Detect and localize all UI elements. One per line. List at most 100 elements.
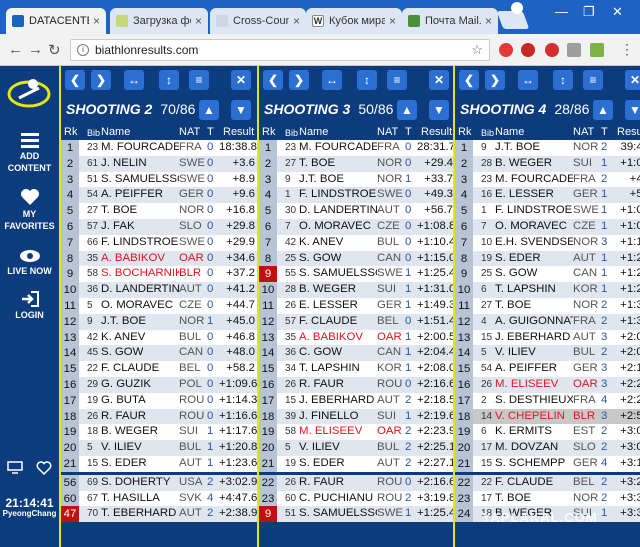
athlete-name[interactable]: G. BUTA — [101, 394, 146, 406]
athlete-name[interactable]: J.T. BOE — [495, 141, 540, 153]
athlete-name[interactable]: S. GOW — [101, 346, 143, 358]
athlete-name[interactable]: J. EBERHARD — [495, 331, 570, 343]
forward-icon[interactable]: → — [28, 41, 43, 58]
next-icon[interactable]: ❯ — [91, 70, 111, 90]
table-row[interactable]: 7 10E.H. SVENDSENNOR3 +1:17 — [455, 234, 640, 251]
athlete-name[interactable]: M. FOURCADE — [495, 173, 573, 185]
table-row[interactable]: 8 19S. EDER AUT 1 +1:24 — [455, 250, 640, 267]
athlete-name[interactable]: S. DESTHIEUX — [495, 394, 573, 406]
maximize-icon[interactable]: ❐ — [583, 4, 595, 20]
table-row[interactable]: 21 15S. SCHEMPP GER4 +3:10 — [455, 456, 640, 472]
athlete-name[interactable]: F. LINDSTROEM — [495, 204, 573, 216]
menu-icon[interactable]: ⋮ — [620, 41, 634, 58]
close-icon[interactable]: × — [385, 14, 396, 28]
table-row[interactable]: 19 58 M. ELISEEV OAR 2 +2:23.9 — [259, 424, 453, 441]
table-row[interactable]: 17 15 J. EBERHARD AUT 2 +2:18.5 — [259, 392, 453, 409]
live-now-button[interactable]: LIVE NOW — [0, 249, 59, 277]
minimize-icon[interactable]: — — [555, 4, 568, 19]
col-t[interactable]: T — [601, 126, 608, 138]
expand-width-icon[interactable]: ↔ — [322, 70, 342, 90]
table-row[interactable]: 67 O. MORAVEC CZE 1 +1:05 — [455, 219, 640, 235]
athlete-name[interactable]: M. FOURCADE — [101, 141, 179, 153]
table-row[interactable]: 13 42 K. ANEV BUL 0 +46.8 — [61, 329, 257, 346]
table-row[interactable]: 20 5 V. ILIEV BUL 1 +1:20.8 — [61, 440, 257, 457]
table-row[interactable]: 5 30D. LANDERTINGEAUT 0 +56.7 — [259, 203, 453, 220]
col-nat[interactable]: NAT — [179, 126, 200, 138]
athlete-name[interactable]: S. EDER — [299, 457, 345, 469]
athlete-name[interactable]: E. LESSER — [495, 188, 554, 200]
athlete-name[interactable]: B. WEGER — [299, 283, 356, 295]
athlete-name[interactable]: F. CLAUDE — [299, 315, 357, 327]
athlete-name[interactable]: R. FAUR — [299, 378, 344, 390]
expand-width-icon[interactable]: ↔ — [124, 70, 144, 90]
table-row[interactable]: 11 5 O. MORAVEC CZE 0 +44.7 — [61, 298, 257, 314]
table-row[interactable]: 18 26 R. FAUR ROU 0 +1:16.6 — [61, 408, 257, 425]
table-row[interactable]: 14 5 V. ILIEV BUL 2 +2:05 — [455, 345, 640, 362]
extension-icon[interactable] — [590, 43, 604, 57]
table-row[interactable]: 3 51S. SAMUELSSONSWE0 +8.9 — [61, 171, 257, 188]
athlete-name[interactable]: J. NELIN — [101, 157, 147, 169]
table-row[interactable]: 14 36 C. GOW CAN 1 +2:04.4 — [259, 345, 453, 362]
bookmark-star-icon[interactable]: ☆ — [471, 42, 483, 58]
close-icon[interactable]: ✕ — [429, 70, 449, 90]
athlete-name[interactable]: S. EDER — [101, 457, 147, 469]
athlete-name[interactable]: M. DOVZAN — [495, 441, 558, 453]
athlete-name[interactable]: A. BABIKOV — [101, 252, 165, 264]
col-rank[interactable]: Rk — [262, 126, 275, 138]
table-row[interactable]: 15 34 T. LAPSHIN KOR 1 +2:08.0 — [259, 361, 453, 378]
athlete-name[interactable]: A. GUIGONNAT — [495, 315, 573, 327]
table-row[interactable]: 8 35 A. BABIKOV OAR 0 +34.6 — [61, 250, 257, 267]
close-icon[interactable]: ✕ — [231, 70, 251, 90]
athlete-name[interactable]: V. ILIEV — [101, 441, 142, 453]
table-row[interactable]: 1 23 M. FOURCADE FRA 0 28:31.7 — [259, 140, 453, 156]
new-tab-button[interactable] — [496, 11, 530, 29]
athlete-name[interactable]: T. EBERHARD — [101, 507, 176, 519]
athlete-name[interactable]: B. WEGER — [495, 157, 552, 169]
table-row[interactable]: 10 28 B. WEGER SUI 1 +1:31.0 — [259, 282, 453, 299]
col-bib[interactable]: Bib — [285, 128, 298, 138]
table-row[interactable]: 6 57 J. FAK SLO 0 +29.8 — [61, 219, 257, 235]
scroll-down-icon[interactable]: ▼ — [429, 100, 449, 120]
add-content-button[interactable]: ADD CONTENT — [0, 132, 59, 174]
table-row[interactable]: 2 61 J. NELIN SWE 0 +3.6 — [61, 155, 257, 172]
scroll-down-icon[interactable]: ▼ — [625, 100, 640, 120]
prev-icon[interactable]: ❮ — [65, 70, 85, 90]
athlete-name[interactable]: S. SAMUELSSON — [299, 507, 377, 519]
extension-icon[interactable] — [499, 43, 513, 57]
table-row[interactable]: 7 42 K. ANEV BUL 0 +1:10.4 — [259, 234, 453, 251]
table-row[interactable]: 47 70 T. EBERHARD AUT 2 +2:38.9 — [61, 506, 257, 523]
athlete-name[interactable]: J.T. BOE — [299, 173, 344, 185]
athlete-name[interactable]: O. MORAVEC — [101, 299, 173, 311]
athlete-name[interactable]: S. EDER — [495, 252, 541, 264]
athlete-name[interactable]: T. BOE — [299, 157, 335, 169]
athlete-name[interactable]: J. FINELLO — [299, 410, 359, 422]
table-row[interactable]: 18 14V. CHEPELIN BLR 3 +2:56 — [455, 408, 640, 425]
table-row[interactable]: 9 55S. SAMUELSSONSWE1 +1:25.4 — [259, 266, 453, 283]
athlete-name[interactable]: D. LANDERTINGE — [101, 283, 179, 295]
table-row[interactable]: 12 57 F. CLAUDE BEL 0 +1:51.4 — [259, 313, 453, 330]
athlete-name[interactable]: K. ERMITS — [495, 425, 552, 437]
table-row[interactable]: 18 39 J. FINELLO SUI 1 +2:19.6 — [259, 408, 453, 425]
table-row[interactable]: 3 23M. FOURCADEFRA 2 +41 — [455, 171, 640, 188]
table-row[interactable]: 16 26M. ELISEEV OAR3 +2:21 — [455, 377, 640, 393]
athlete-name[interactable]: T. BOE — [495, 299, 531, 311]
col-nat[interactable]: NAT — [377, 126, 398, 138]
athlete-name[interactable]: R. FAUR — [299, 476, 344, 488]
table-row[interactable]: 21 19 S. EDER AUT 2 +2:27.1 — [259, 456, 453, 472]
close-icon[interactable]: × — [89, 14, 100, 28]
tab-mail[interactable]: Почта Mail.R× — [402, 8, 498, 34]
table-row[interactable]: 22 26 R. FAUR ROU 0 +2:16.6 — [259, 474, 453, 491]
athlete-name[interactable]: V. ILIEV — [299, 441, 340, 453]
col-name[interactable]: Name — [495, 126, 524, 138]
monitor-icon[interactable] — [7, 461, 23, 474]
athlete-name[interactable]: S. SCHEMPP — [495, 457, 565, 469]
table-row[interactable]: 2 27 T. BOE NOR 0 +29.4 — [259, 155, 453, 172]
reload-icon[interactable]: ↻ — [48, 41, 61, 59]
close-icon[interactable]: ✕ — [625, 70, 640, 90]
table-row[interactable]: 3 9 J.T. BOE NOR 1 +33.7 — [259, 171, 453, 188]
extension-icon[interactable] — [567, 43, 581, 57]
table-row[interactable]: 11 27T. BOE NOR2 +1:34 — [455, 298, 640, 314]
athlete-name[interactable]: T. BOE — [101, 204, 137, 216]
col-nat[interactable]: NAT — [573, 126, 594, 138]
expand-height-icon[interactable]: ↕ — [159, 70, 179, 90]
